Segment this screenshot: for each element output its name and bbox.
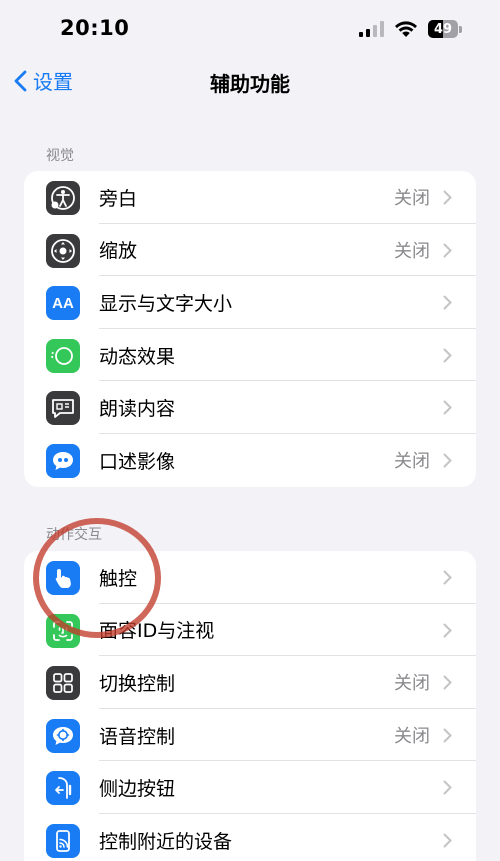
row-value: 关闭 — [394, 188, 430, 210]
chevron-right-icon — [443, 623, 452, 638]
row-label: 面容ID与注视 — [99, 620, 215, 643]
row-label: 口述影像 — [99, 450, 176, 473]
side-button-icon — [46, 771, 80, 806]
audio-description-icon — [46, 443, 80, 478]
zoom-icon — [46, 233, 80, 268]
settings-group-physical-motor: 触控 面容ID与注视 切换控制 关闭 语音控制 关闭 侧边按钮 控制附近的设备 — [24, 551, 476, 861]
face-id-icon — [46, 613, 80, 648]
switch-control-icon — [46, 666, 80, 701]
row-side-button[interactable]: 侧边按钮 — [24, 761, 476, 814]
row-voice-control[interactable]: 语音控制 关闭 — [24, 709, 476, 762]
chevron-right-icon — [443, 348, 452, 363]
nearby-devices-icon — [46, 823, 80, 858]
status-icons: 49 — [359, 18, 462, 40]
touch-icon — [46, 561, 80, 595]
spoken-content-icon — [46, 391, 80, 426]
text-size-icon: AA — [46, 286, 80, 321]
wifi-icon — [395, 21, 417, 37]
row-zoom[interactable]: 缩放 关闭 — [24, 224, 476, 277]
row-display-text-size[interactable]: AA 显示与文字大小 — [24, 276, 476, 329]
voiceover-icon — [46, 181, 80, 215]
chevron-right-icon — [443, 243, 452, 258]
status-bar: 20:10 49 — [0, 0, 500, 58]
chevron-right-icon — [443, 833, 452, 848]
row-label: 触控 — [99, 567, 138, 590]
row-switch-control[interactable]: 切换控制 关闭 — [24, 656, 476, 709]
section-header-vision: 视觉 — [46, 148, 74, 164]
row-label: 切换控制 — [99, 672, 176, 695]
row-control-nearby-devices[interactable]: 控制附近的设备 — [24, 814, 476, 861]
settings-group-vision: 旁白 关闭 缩放 关闭 AA 显示与文字大小 动态效果 朗读内容 口述影像 关闭 — [24, 171, 476, 487]
navigation-bar: 设置 辅助功能 — [0, 58, 500, 104]
battery-icon: 49 — [428, 20, 462, 38]
row-value: 关闭 — [394, 451, 430, 473]
row-label: 显示与文字大小 — [99, 292, 233, 315]
chevron-right-icon — [443, 780, 452, 795]
chevron-right-icon — [443, 190, 452, 205]
motion-icon — [46, 338, 80, 373]
chevron-right-icon — [443, 295, 452, 310]
row-touch[interactable]: 触控 — [24, 551, 476, 604]
status-time: 20:10 — [60, 16, 130, 40]
page-title: 辅助功能 — [210, 72, 290, 96]
row-motion[interactable]: 动态效果 — [24, 329, 476, 382]
row-face-id-attention[interactable]: 面容ID与注视 — [24, 604, 476, 657]
chevron-right-icon — [443, 400, 452, 415]
row-label: 旁白 — [99, 187, 138, 210]
chevron-right-icon — [443, 570, 452, 585]
row-value: 关闭 — [394, 240, 430, 262]
battery-level: 49 — [433, 21, 453, 37]
row-label: 朗读内容 — [99, 398, 176, 421]
section-header-physical-motor: 动作交互 — [46, 527, 102, 543]
row-voiceover[interactable]: 旁白 关闭 — [24, 171, 476, 224]
chevron-right-icon — [443, 453, 452, 468]
row-audio-description[interactable]: 口述影像 关闭 — [24, 434, 476, 487]
row-label: 侧边按钮 — [99, 778, 176, 801]
row-label: 控制附近的设备 — [99, 830, 233, 853]
cellular-signal-icon — [359, 21, 384, 37]
chevron-right-icon — [443, 728, 452, 743]
row-label: 缩放 — [99, 240, 138, 263]
row-spoken-content[interactable]: 朗读内容 — [24, 381, 476, 434]
chevron-right-icon — [443, 675, 452, 690]
row-value: 关闭 — [394, 673, 430, 695]
voice-control-icon — [46, 718, 80, 753]
row-label: 语音控制 — [99, 725, 176, 748]
row-label: 动态效果 — [99, 345, 176, 368]
row-value: 关闭 — [394, 726, 430, 748]
